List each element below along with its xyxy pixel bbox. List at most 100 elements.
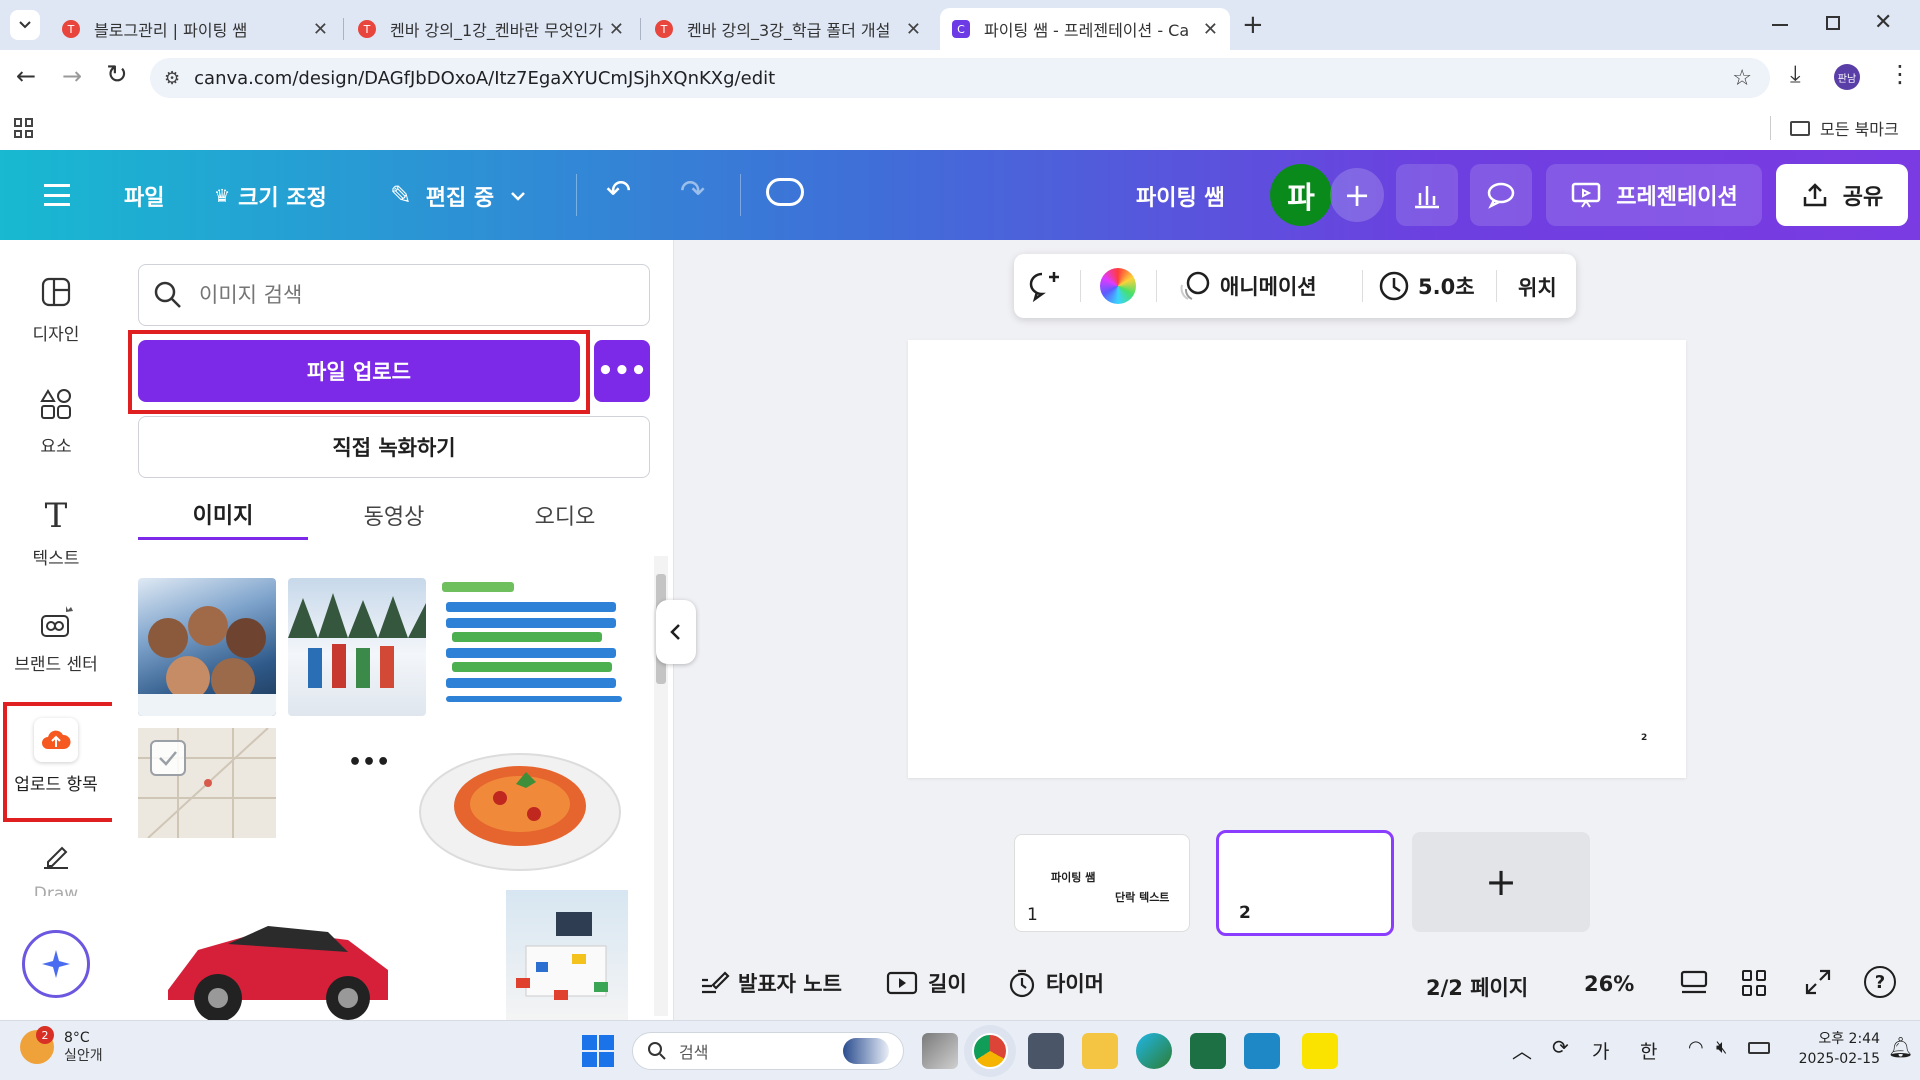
record-yourself-button[interactable]: 직접 녹화하기 xyxy=(138,416,650,478)
editing-mode-dropdown[interactable]: ✎ 편집 중 xyxy=(390,180,528,212)
color-wheel-icon[interactable] xyxy=(1100,268,1136,304)
project-name[interactable]: 파이팅 쌤 xyxy=(1136,180,1225,212)
present-button[interactable]: 프레젠테이션 xyxy=(1546,164,1762,226)
chrome-icon[interactable] xyxy=(972,1033,1008,1069)
page-count[interactable]: 2/2 페이지 xyxy=(1426,972,1528,1002)
zoom-level[interactable]: 26% xyxy=(1584,972,1634,996)
rail-item-text[interactable]: T 텍스트 xyxy=(0,496,112,569)
tab-images[interactable]: 이미지 xyxy=(138,490,308,540)
sync-icon[interactable]: ⟳ xyxy=(1552,1035,1569,1059)
close-icon[interactable]: ✕ xyxy=(1203,19,1218,40)
duration-button[interactable]: 5.0초 xyxy=(1378,266,1475,306)
upload-thumbnail[interactable] xyxy=(412,728,628,880)
position-button[interactable]: 위치 xyxy=(1518,272,1557,302)
download-icon[interactable]: ⤓ xyxy=(1790,60,1801,88)
file-explorer-icon[interactable] xyxy=(1082,1033,1118,1069)
upload-more-button[interactable]: ••• xyxy=(594,340,650,402)
rail-item-elements[interactable]: 요소 xyxy=(0,384,112,457)
comments-button[interactable] xyxy=(1470,164,1532,226)
tab-videos[interactable]: 동영상 xyxy=(308,490,480,540)
grid-view-icon[interactable] xyxy=(1742,970,1768,996)
wifi-icon[interactable]: ◠ xyxy=(1688,1037,1704,1058)
magic-ai-button[interactable] xyxy=(22,930,90,998)
image-search-box[interactable] xyxy=(138,264,650,326)
upload-thumbnail[interactable] xyxy=(138,728,276,838)
reload-icon[interactable]: ↻ xyxy=(106,60,128,90)
undo-icon[interactable]: ↶ xyxy=(606,174,631,209)
tray-chevron-up-icon[interactable]: ︿ xyxy=(1512,1035,1532,1064)
close-icon[interactable]: ✕ xyxy=(609,19,624,40)
battery-icon[interactable] xyxy=(1748,1042,1770,1054)
more-menu-icon[interactable]: ⋮ xyxy=(1888,60,1912,88)
tab-audio[interactable]: 오디오 xyxy=(480,490,650,540)
fullscreen-icon[interactable] xyxy=(1804,968,1832,996)
rail-item-draw[interactable]: Draw xyxy=(0,836,112,896)
all-bookmarks-button[interactable]: 모든 북마크 xyxy=(1790,116,1899,140)
design-page-canvas[interactable]: 2 xyxy=(908,340,1686,778)
new-tab-button[interactable]: + xyxy=(1242,10,1264,40)
hancom-icon[interactable] xyxy=(1244,1033,1280,1069)
window-close-icon[interactable]: ✕ xyxy=(1874,10,1892,35)
duration-footer-button[interactable]: 길이 xyxy=(886,968,967,998)
share-button[interactable]: 공유 xyxy=(1776,164,1908,226)
minimize-icon[interactable] xyxy=(1772,24,1788,26)
tab-search-button[interactable] xyxy=(10,10,40,40)
browser-tab[interactable]: T 켄바 강의_1강_켄바란 무엇인가 ✕ xyxy=(346,8,636,50)
ime-mode-1[interactable]: 가 xyxy=(1592,1037,1609,1064)
notification-bell-icon[interactable]: 🔔︎ xyxy=(1888,1035,1913,1059)
hamburger-menu-icon[interactable] xyxy=(44,184,70,206)
task-view-icon[interactable] xyxy=(922,1033,958,1069)
excel-icon[interactable] xyxy=(1190,1033,1226,1069)
add-page-button[interactable]: + xyxy=(1412,832,1590,932)
file-menu[interactable]: 파일 xyxy=(124,180,164,212)
close-icon[interactable]: ✕ xyxy=(313,19,328,40)
calculator-icon[interactable] xyxy=(1028,1033,1064,1069)
volume-mute-icon[interactable]: 🔇︎ xyxy=(1716,1037,1727,1058)
forward-icon[interactable]: → xyxy=(62,62,82,90)
page-thumbnail[interactable]: 파이팅 쌤 단락 텍스트 1 xyxy=(1014,834,1190,932)
url-text[interactable]: canva.com/design/DAGfJbDOxoA/Itz7EgaXYUC… xyxy=(194,68,775,89)
invite-plus-button[interactable]: + xyxy=(1330,168,1384,222)
timer-button[interactable]: 타이머 xyxy=(1008,968,1104,998)
help-icon[interactable]: ? xyxy=(1864,966,1896,998)
edge-icon[interactable] xyxy=(1136,1033,1172,1069)
upload-file-button[interactable]: 파일 업로드 xyxy=(138,340,580,402)
address-bar[interactable]: ⚙ canva.com/design/DAGfJbDOxoA/Itz7EgaXY… xyxy=(150,58,1770,98)
redo-icon[interactable]: ↷ xyxy=(680,174,705,209)
page-view-icon[interactable] xyxy=(1680,970,1708,996)
close-icon[interactable]: ✕ xyxy=(906,19,921,40)
bookmark-star-icon[interactable]: ☆ xyxy=(1732,66,1752,91)
upload-thumbnail[interactable] xyxy=(438,578,628,716)
add-comment-icon[interactable] xyxy=(1026,268,1062,304)
resize-button[interactable]: ♛ 크기 조정 xyxy=(214,180,327,212)
upload-thumbnail[interactable] xyxy=(138,880,410,1020)
page-thumbnail-selected[interactable]: 2 xyxy=(1216,830,1394,936)
speaker-notes-button[interactable]: 발표자 노트 xyxy=(700,968,842,998)
site-info-icon[interactable]: ⚙ xyxy=(164,68,180,89)
user-avatar[interactable]: 파 xyxy=(1270,164,1332,226)
apps-grid-icon[interactable] xyxy=(14,118,34,138)
kakaotalk-icon[interactable] xyxy=(1302,1033,1338,1069)
restore-icon[interactable] xyxy=(1826,16,1840,30)
collapse-panel-button[interactable] xyxy=(656,600,696,664)
insights-button[interactable] xyxy=(1396,164,1458,226)
weather-widget[interactable]: 2 8°C 실안개 xyxy=(20,1026,103,1065)
thumbnail-more-button[interactable]: ••• xyxy=(348,750,390,775)
upload-thumbnail[interactable] xyxy=(288,578,426,716)
browser-tab-active[interactable]: C 파이팅 쌤 - 프레젠테이션 - Canva ✕ xyxy=(940,8,1230,50)
ime-mode-2[interactable]: 한 xyxy=(1640,1037,1657,1064)
upload-thumbnail[interactable] xyxy=(506,890,628,1020)
back-icon[interactable]: ← xyxy=(16,62,36,90)
rail-item-design[interactable]: 디자인 xyxy=(0,272,112,345)
upload-thumbnail[interactable] xyxy=(138,578,276,716)
clock-area[interactable]: 오후 2:44 2025-02-15 xyxy=(1780,1029,1880,1069)
select-checkbox[interactable] xyxy=(150,740,186,776)
start-button[interactable] xyxy=(582,1035,614,1067)
taskbar-search-box[interactable]: 검색 xyxy=(632,1032,904,1070)
browser-tab[interactable]: T 켄바 강의_3강_학급 폴더 개설 ✕ xyxy=(643,8,933,50)
browser-tab[interactable]: T 블로그관리 | 파이팅 쌤 ✕ xyxy=(50,8,340,50)
image-search-input[interactable] xyxy=(199,283,619,307)
rail-item-uploads[interactable]: 업로드 항목 xyxy=(0,718,112,795)
cloud-saved-icon[interactable] xyxy=(766,178,804,206)
profile-avatar[interactable]: 판남 xyxy=(1834,64,1860,90)
